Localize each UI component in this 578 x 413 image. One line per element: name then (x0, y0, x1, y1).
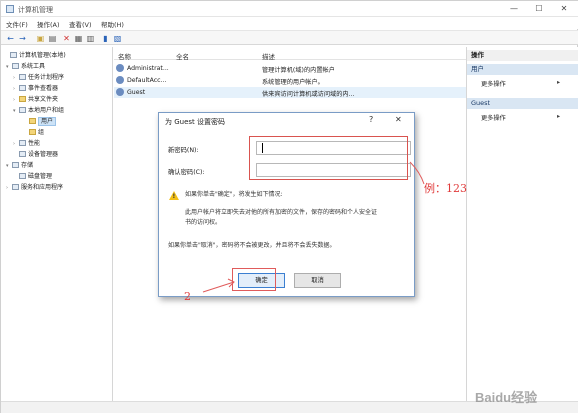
more-actions-users[interactable]: 更多操作 (481, 79, 559, 88)
cancel-note: 如果你单击"取消"，密码将不会被更改，并且将不会丢失数据。 (168, 242, 336, 249)
view-icon[interactable]: ▧ (112, 33, 123, 44)
user-description: 系统管理的用户帐户。 (262, 79, 324, 86)
export-icon[interactable]: ▥ (85, 33, 96, 44)
folder-icon (29, 129, 36, 135)
tree-item-computer-management[interactable]: 计算机管理(本地) (4, 50, 66, 60)
dialog-title: 为 Guest 设置密码 (165, 118, 226, 126)
tree-item-label: 设备管理器 (28, 151, 59, 158)
help-icon[interactable]: ▮ (100, 33, 111, 44)
watermark: Baidu经验 (475, 390, 538, 405)
list-row-guest[interactable]: Guest 供来宾访问计算机或访问域的内... (114, 87, 466, 98)
computer-icon (10, 52, 17, 58)
tree-item-label: 用户 (38, 117, 57, 126)
more-actions-guest[interactable]: 更多操作 (481, 113, 559, 122)
dialog-close-button[interactable]: ✕ (395, 115, 402, 124)
tree-item-shared-folders[interactable]: › 共享文件夹 (13, 94, 58, 104)
user-name: Guest (127, 89, 146, 96)
warning-intro: 如果你单击"确定"，将发生如下情况: (185, 191, 283, 198)
share-folder-icon (19, 96, 26, 102)
user-name: DefaultAcc... (127, 77, 167, 84)
menu-action[interactable]: 操作(A) (37, 19, 60, 29)
menu-help[interactable]: 帮助(H) (101, 19, 124, 29)
tree-item-label: 计算机管理(本地) (19, 52, 66, 59)
tree-item-event-viewer[interactable]: › 事件查看器 (13, 83, 58, 93)
warning-icon-mark: ! (172, 193, 176, 200)
dialog-help-button[interactable]: ? (369, 115, 373, 124)
warning-body-line-2: 书的访问权。 (185, 219, 222, 226)
performance-icon (19, 140, 26, 146)
warning-body-line-1: 此用户帐户将立即失去对他的所有加密的文件，保存的密码和个人安全证 (185, 209, 378, 216)
user-name: Administrat... (127, 65, 169, 72)
menu-bar: 文件(F) 操作(A) 查看(V) 帮助(H) (1, 17, 578, 29)
tree-item-device-manager[interactable]: 设备管理器 (13, 149, 58, 159)
clock-icon (19, 74, 26, 80)
step-number-annotation: 2 (184, 290, 191, 303)
toolbar: ← → ▣ ▤ ✕ ▦ ▥ ▮ ▧ (1, 30, 578, 45)
list-row-defaultaccount[interactable]: DefaultAcc... 系统管理的用户帐户。 (114, 75, 466, 86)
tree-item-local-users-groups[interactable]: ▾ 本地用户和组 (13, 105, 64, 115)
tree-item-system-tools[interactable]: ▾ 系统工具 (6, 61, 45, 71)
tree-item-groups[interactable]: 组 (23, 127, 44, 137)
list-row-administrator[interactable]: Administrat... 管理计算机(域)的内置帐户 (114, 63, 466, 74)
refresh-icon[interactable]: ▦ (73, 33, 84, 44)
menu-view[interactable]: 查看(V) (69, 19, 92, 29)
back-arrow-icon[interactable]: ← (5, 33, 16, 44)
window-title: 计算机管理 (18, 6, 53, 14)
user-icon (116, 88, 124, 96)
tree-item-label: 服务和应用程序 (21, 184, 64, 191)
maximize-button[interactable]: ☐ (527, 1, 551, 16)
user-description: 供来宾访问计算机或访问域的内... (262, 91, 355, 98)
title-bar: 计算机管理 — ☐ ✕ (1, 1, 578, 17)
ok-button-highlight (232, 268, 276, 291)
close-button[interactable]: ✕ (552, 1, 576, 16)
tree-item-label: 共享文件夹 (28, 96, 59, 103)
tree-item-label: 性能 (28, 140, 41, 147)
tree-item-label: 事件查看器 (28, 85, 59, 92)
column-header-description[interactable]: 描述 (262, 51, 275, 61)
tree-item-label: 本地用户和组 (28, 107, 65, 114)
tree-item-performance[interactable]: › 性能 (13, 138, 40, 148)
up-folder-icon[interactable]: ▣ (35, 33, 46, 44)
column-header-name[interactable]: 名称 (118, 51, 131, 61)
tree-item-label: 磁盘管理 (28, 173, 53, 180)
tree-item-label: 系统工具 (21, 63, 46, 70)
tree-item-label: 任务计划程序 (28, 74, 65, 81)
folder-icon (29, 118, 36, 124)
tree-item-disk-management[interactable]: 磁盘管理 (13, 171, 52, 181)
properties-icon[interactable]: ▤ (47, 33, 58, 44)
navigation-tree: 计算机管理(本地) ▾ 系统工具 › 任务计划程序 › 事件查看器 › 共享文件夹 ▾ 本… (1, 47, 113, 413)
user-description: 管理计算机(域)的内置帐户 (262, 67, 335, 74)
event-log-icon (19, 85, 26, 91)
storage-icon (12, 162, 19, 168)
services-icon (12, 184, 19, 190)
confirm-password-label: 确认密码(C): (168, 169, 205, 176)
tree-item-users[interactable]: 用户 (23, 116, 57, 126)
tree-item-storage[interactable]: ▾ 存储 (6, 160, 33, 170)
tools-icon (12, 63, 19, 69)
tree-item-task-scheduler[interactable]: › 任务计划程序 (13, 72, 64, 82)
column-header-fullname[interactable]: 全名 (176, 51, 189, 61)
actions-section-guest[interactable]: Guest (467, 98, 578, 109)
new-password-label: 新密码(N): (168, 147, 199, 154)
users-icon (19, 107, 26, 113)
list-header: 名称 全名 描述 (114, 49, 466, 61)
delete-icon[interactable]: ✕ (61, 33, 72, 44)
tree-item-services-apps[interactable]: › 服务和应用程序 (6, 182, 63, 192)
tree-item-label: 存储 (21, 162, 34, 169)
computer-management-icon (6, 5, 14, 13)
device-manager-icon (19, 151, 26, 157)
example-password-annotation: 例：123 (424, 182, 467, 195)
actions-header: 操作 (467, 50, 578, 61)
minimize-button[interactable]: — (502, 1, 526, 16)
forward-arrow-icon[interactable]: → (17, 33, 28, 44)
tree-item-label: 组 (38, 129, 45, 136)
user-icon (116, 64, 124, 72)
cancel-button[interactable]: 取消 (294, 273, 341, 288)
disk-icon (19, 173, 26, 179)
menu-file[interactable]: 文件(F) (6, 19, 28, 29)
actions-section-users[interactable]: 用户 (467, 64, 578, 75)
actions-pane: 操作 用户 更多操作 Guest 更多操作 (466, 47, 578, 413)
password-fields-highlight (249, 136, 408, 180)
user-icon (116, 76, 124, 84)
